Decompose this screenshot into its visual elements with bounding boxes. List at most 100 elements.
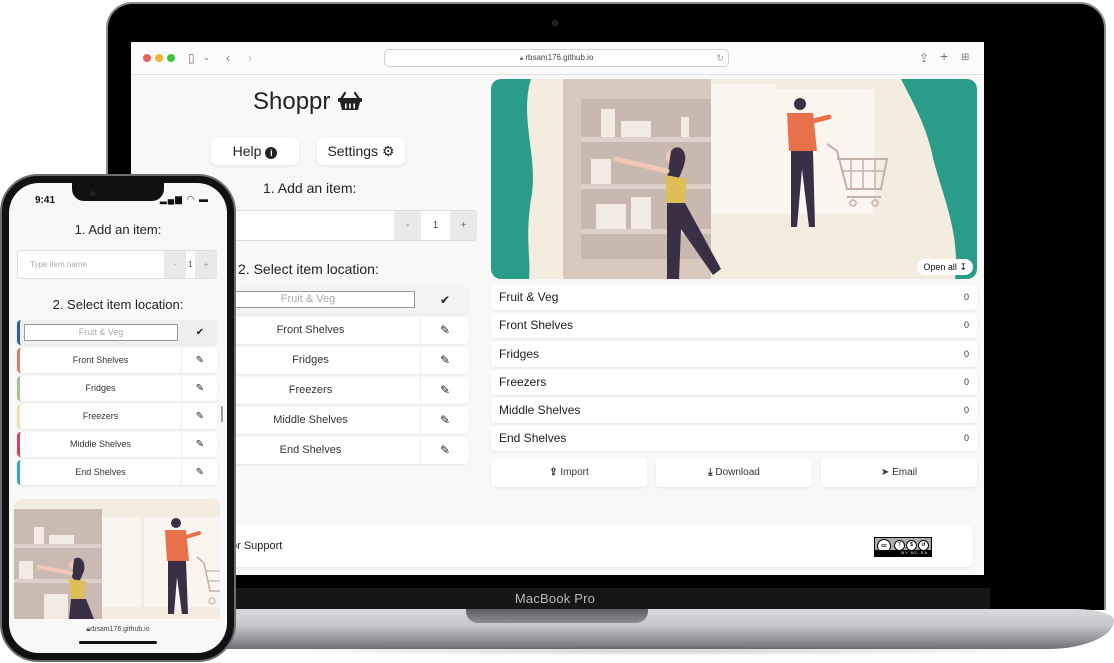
- summary-count: 0: [963, 433, 969, 444]
- quantity-decrease-button[interactable]: -: [394, 211, 421, 240]
- summary-row[interactable]: End Shelves 0: [491, 426, 977, 452]
- phone-location-item[interactable]: Fruit & Veg ✔: [17, 320, 217, 345]
- summary-location: Front Shelves: [499, 318, 574, 333]
- phone-clock: 9:41: [35, 195, 56, 206]
- summary-row[interactable]: Front Shelves 0: [491, 313, 977, 339]
- phone-scrollbar[interactable]: [221, 406, 223, 422]
- phone-quantity-decrease-button[interactable]: -: [164, 251, 186, 278]
- pencil-icon[interactable]: ✎: [421, 317, 469, 344]
- location-item[interactable]: Middle Shelves ✎: [201, 407, 469, 434]
- phone-location-item[interactable]: Front Shelves ✎: [17, 348, 217, 373]
- settings-button-label: Settings: [327, 143, 379, 159]
- quantity-value[interactable]: 1: [421, 211, 450, 240]
- arrow-down-icon: ↧: [959, 262, 967, 272]
- summary-location: Fruit & Veg: [499, 290, 559, 304]
- forward-icon[interactable]: ›: [248, 50, 252, 66]
- location-item[interactable]: Front Shelves ✎: [201, 317, 469, 344]
- chevron-down-icon[interactable]: ⌄: [203, 50, 210, 66]
- summary-count: 0: [963, 405, 969, 416]
- new-tab-icon[interactable]: +: [940, 48, 948, 64]
- app-list-panel: Open all ↧ Fruit & Veg 0 Front Shelves 0…: [491, 79, 977, 575]
- sidebar-icon[interactable]: ▯: [188, 50, 195, 66]
- phone-location-name[interactable]: Freezers: [20, 404, 182, 429]
- phone-hero-illustration: [14, 499, 220, 619]
- email-button[interactable]: ➤ Email: [821, 458, 977, 487]
- share-icon[interactable]: ⇪: [919, 50, 929, 66]
- summary-row[interactable]: Middle Shelves 0: [491, 398, 977, 424]
- battery-icon: ▬: [199, 194, 209, 204]
- quantity-increase-button[interactable]: +: [450, 211, 477, 240]
- back-icon[interactable]: ‹: [226, 50, 230, 66]
- summary-count: 0: [963, 376, 969, 387]
- pencil-icon[interactable]: ✎: [421, 437, 469, 464]
- tab-overview-icon[interactable]: ⊞: [961, 50, 969, 66]
- phone-camera: [90, 191, 95, 196]
- phone-location-item[interactable]: Middle Shelves ✎: [17, 432, 217, 457]
- pencil-icon[interactable]: ✎: [183, 348, 217, 373]
- phone-location-name-input[interactable]: Fruit & Veg: [24, 324, 178, 341]
- lock-icon: 🔒︎: [519, 55, 524, 62]
- laptop-lid-notch: [466, 609, 648, 623]
- phone-location-item[interactable]: End Shelves ✎: [17, 460, 217, 485]
- phone-home-indicator[interactable]: [79, 641, 157, 644]
- reload-icon[interactable]: ↻: [716, 50, 724, 66]
- email-label: Email: [892, 467, 918, 478]
- phone-url: rbsam176.github.io: [90, 626, 150, 633]
- summary-count: 0: [963, 320, 969, 331]
- creative-commons-license-badge[interactable]: cc ᛉ $ ↺ BY NC SA: [874, 537, 932, 557]
- pencil-icon[interactable]: ✎: [421, 377, 469, 404]
- summary-row[interactable]: Fridges 0: [491, 341, 977, 367]
- pencil-icon[interactable]: ✎: [183, 404, 217, 429]
- help-button[interactable]: Help i: [211, 137, 299, 165]
- paper-plane-icon: ➤: [880, 467, 890, 478]
- pencil-icon[interactable]: ✎: [183, 376, 217, 401]
- phone-location-name[interactable]: End Shelves: [20, 460, 182, 485]
- phone-location-list: Fruit & Veg ✔ Front Shelves ✎ Fridges ✎ …: [17, 320, 217, 488]
- location-item[interactable]: Fridges ✎: [201, 347, 469, 374]
- hero-illustration: Open all ↧: [491, 79, 977, 279]
- import-button[interactable]: ⇪ Import: [491, 458, 647, 487]
- help-button-label: Help: [232, 143, 262, 159]
- summary-row[interactable]: Fruit & Veg 0: [491, 285, 977, 310]
- zoom-window-button[interactable]: [167, 54, 175, 62]
- settings-button[interactable]: Settings ⚙: [317, 137, 405, 165]
- pencil-icon[interactable]: ✎: [183, 460, 217, 485]
- download-button[interactable]: ⤓ Download: [656, 458, 812, 487]
- summary-row[interactable]: Freezers 0: [491, 369, 977, 395]
- close-window-button[interactable]: [143, 54, 151, 62]
- location-item[interactable]: Freezers ✎: [201, 377, 469, 404]
- phone-status-icons: ▂▄▆ ◠ ▬: [160, 194, 209, 205]
- phone-address-bar[interactable]: 🔒︎rbsam176.github.io: [9, 626, 227, 634]
- phone-location-name[interactable]: Fridges: [20, 376, 182, 401]
- phone-location-name[interactable]: Middle Shelves: [20, 432, 182, 457]
- address-bar[interactable]: 🔒︎ rbsam176.github.io ↻: [384, 49, 729, 67]
- phone-add-item-row: Type item name - 1 +: [17, 250, 217, 279]
- pencil-icon[interactable]: ✎: [421, 407, 469, 434]
- info-icon: i: [265, 147, 278, 159]
- phone-location-name[interactable]: Front Shelves: [20, 348, 182, 373]
- phone-quantity-increase-button[interactable]: +: [195, 251, 217, 278]
- summary-count: 0: [963, 292, 969, 302]
- phone-step2-heading: 2. Select item location:: [52, 297, 184, 312]
- summary-location: Freezers: [499, 374, 547, 389]
- pencil-icon[interactable]: ✎: [421, 347, 469, 374]
- pencil-icon[interactable]: ✎: [183, 432, 217, 457]
- phone-location-item[interactable]: Freezers ✎: [17, 404, 217, 429]
- page-footer: or Support cc ᛉ $ ↺ BY NC SA: [191, 525, 973, 567]
- laptop-screen: ▯ ⌄ ‹ › 🔒︎ rbsam176.github.io ↻ ⇪ + ⊞ Sho…: [131, 42, 984, 575]
- minimize-window-button[interactable]: [155, 54, 163, 62]
- phone-item-name-input[interactable]: Type item name: [30, 251, 87, 278]
- location-item[interactable]: Fruit & Veg ✔: [201, 287, 469, 314]
- upload-icon: ⇪: [549, 467, 558, 478]
- download-icon: ⤓: [708, 467, 713, 478]
- phone-location-item[interactable]: Fridges ✎: [17, 376, 217, 401]
- summary-count: 0: [963, 348, 969, 359]
- phone-quantity-value[interactable]: 1: [186, 251, 195, 278]
- phone-shopping-scene-illustration: [14, 499, 220, 619]
- check-icon[interactable]: ✔: [421, 287, 469, 314]
- download-label: Download: [715, 467, 760, 478]
- check-icon[interactable]: ✔: [183, 320, 217, 345]
- location-item[interactable]: End Shelves ✎: [201, 437, 469, 464]
- support-link[interactable]: or Support: [231, 525, 282, 567]
- open-all-button[interactable]: Open all ↧: [917, 259, 973, 275]
